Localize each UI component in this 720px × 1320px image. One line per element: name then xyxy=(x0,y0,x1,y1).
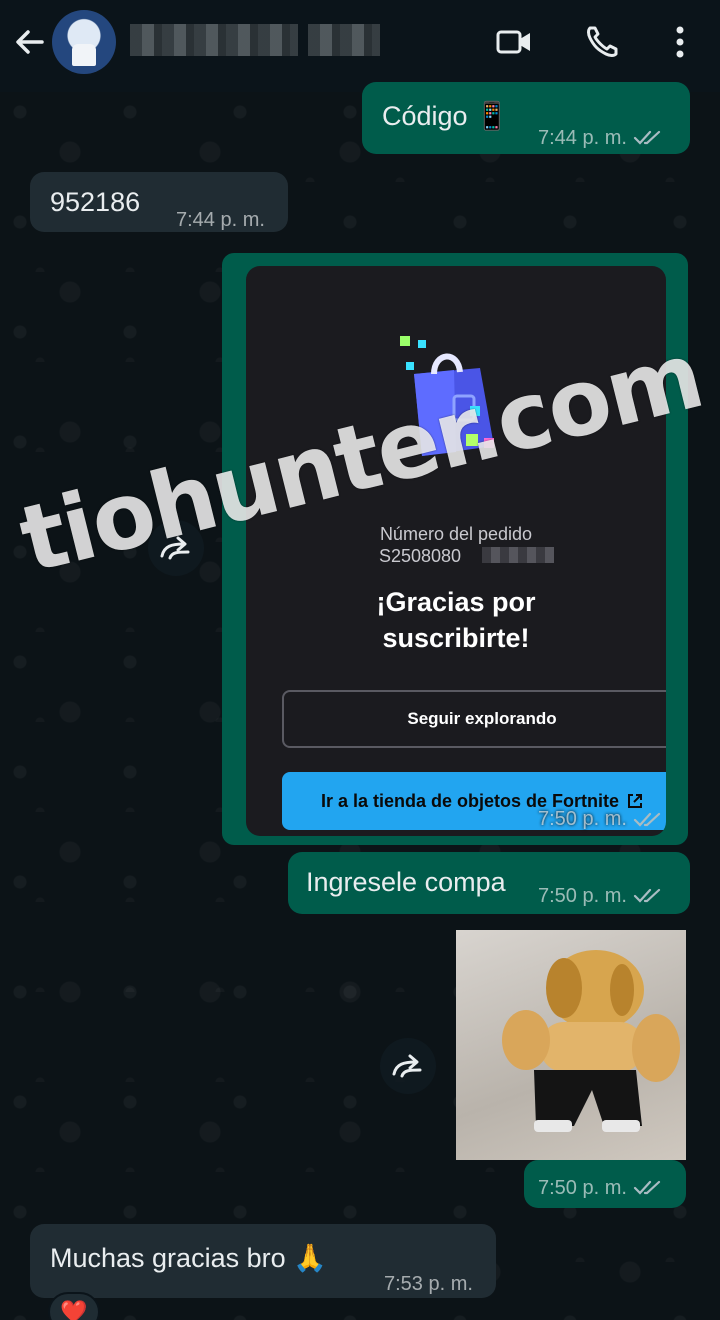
chat-header xyxy=(0,0,720,92)
phone-icon xyxy=(587,26,618,57)
thanks-heading: ¡Gracias por suscribirte! xyxy=(246,584,666,656)
external-link-icon xyxy=(628,794,643,808)
message-text: Código 📱 xyxy=(382,101,509,131)
sticker-meta-bubble: 7:50 p. m. xyxy=(524,1160,686,1208)
double-check-icon xyxy=(633,1180,661,1195)
forward-button[interactable] xyxy=(380,1038,436,1094)
message-meta: 7:50 p. m. xyxy=(538,1172,663,1204)
message-text: 952186 xyxy=(50,187,141,217)
message-bubble-outgoing[interactable]: Código 📱 7:44 p. m. xyxy=(362,82,690,154)
sticker-image[interactable] xyxy=(456,930,686,1160)
message-bubble-outgoing[interactable]: Ingresele compa 7:50 p. m. xyxy=(288,852,690,914)
heart-reaction[interactable]: ❤️ xyxy=(48,1292,100,1320)
message-time: 7:50 p. m. xyxy=(538,1177,627,1199)
back-button[interactable] xyxy=(10,22,50,62)
message-bubble-incoming[interactable]: 952186 7:44 p. m. xyxy=(30,172,288,232)
forward-icon xyxy=(392,1054,422,1078)
message-meta: 7:44 p. m. xyxy=(538,122,663,154)
message-meta: 7:44 p. m. xyxy=(176,204,265,236)
forward-icon xyxy=(160,536,190,560)
muscle-dog-sticker xyxy=(502,950,680,1132)
double-check-icon xyxy=(633,888,661,903)
continue-exploring-label: Seguir explorando xyxy=(407,709,557,728)
continue-exploring-button: Seguir explorando xyxy=(282,690,666,748)
double-check-icon xyxy=(633,812,661,827)
order-label: Número del pedido xyxy=(379,524,533,544)
thanks-line-1: ¡Gracias por xyxy=(376,587,536,617)
shopping-bag-icon xyxy=(400,336,494,456)
back-arrow-icon xyxy=(16,30,44,54)
message-time: 7:50 p. m. xyxy=(538,885,627,907)
message-time: 7:53 p. m. xyxy=(384,1273,473,1295)
order-number: S2508080 xyxy=(378,546,462,566)
video-camera-icon xyxy=(496,30,530,54)
message-text: Muchas gracias bro 🙏 xyxy=(50,1243,327,1273)
forward-button[interactable] xyxy=(148,520,204,576)
message-time: 7:44 p. m. xyxy=(176,209,265,231)
heart-reaction-emoji: ❤️ xyxy=(60,1299,88,1320)
message-meta: 7:50 p. m. xyxy=(538,880,663,912)
order-screenshot[interactable]: Número del pedido S2508080 ¡Gracias por … xyxy=(246,266,666,836)
double-check-icon xyxy=(633,130,661,145)
thanks-line-2: suscribirte! xyxy=(382,623,530,653)
contact-name-blurred[interactable] xyxy=(130,24,384,56)
message-time: 7:44 p. m. xyxy=(538,127,627,149)
message-meta: 7:50 p. m. xyxy=(538,808,663,831)
message-meta: 7:53 p. m. xyxy=(384,1268,473,1300)
menu-button[interactable] xyxy=(658,20,702,64)
message-time: 7:50 p. m. xyxy=(538,808,627,830)
more-vertical-icon xyxy=(676,26,684,58)
contact-avatar[interactable] xyxy=(52,10,116,74)
video-call-button[interactable] xyxy=(492,20,536,64)
message-text: Ingresele compa xyxy=(306,867,506,897)
order-number-redacted xyxy=(482,547,554,563)
voice-call-button[interactable] xyxy=(580,20,624,64)
message-bubble-incoming[interactable]: Muchas gracias bro 🙏 7:53 p. m. xyxy=(30,1224,496,1298)
